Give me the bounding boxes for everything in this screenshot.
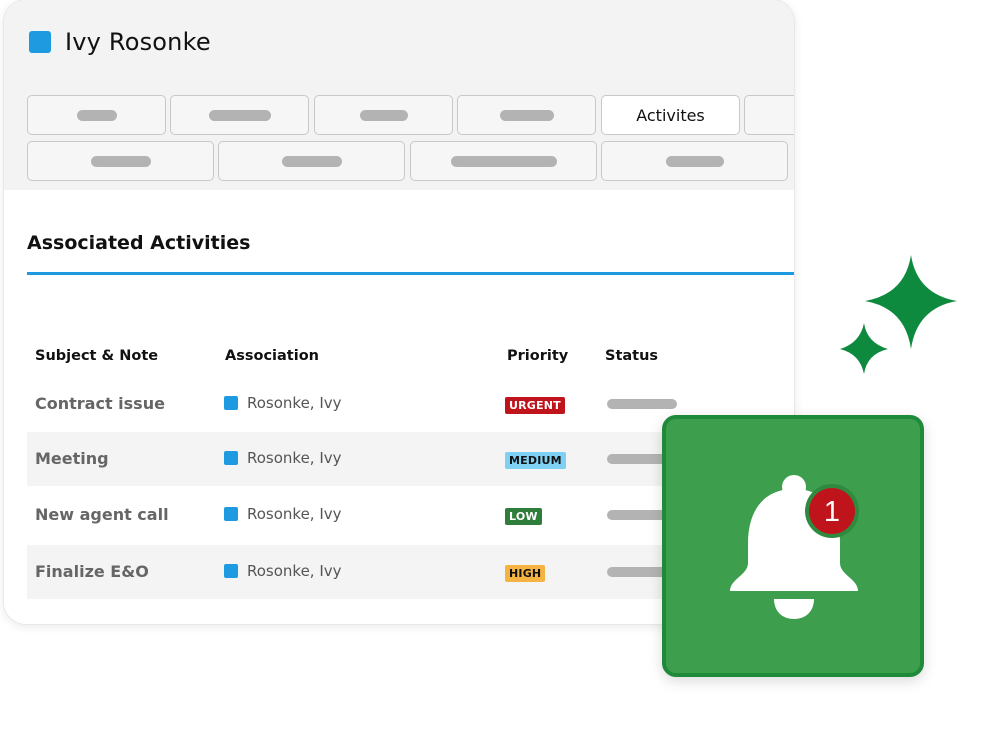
- association-name: Rosonke, Ivy: [247, 449, 342, 467]
- record-icon: [29, 31, 51, 53]
- subject-cell: Contract issue: [35, 394, 165, 413]
- subject-cell: Meeting: [35, 449, 109, 468]
- association-name: Rosonke, Ivy: [247, 394, 342, 412]
- tab-placeholder-4[interactable]: [457, 95, 596, 135]
- section-divider: [27, 272, 794, 275]
- record-title: Ivy Rosonke: [65, 28, 211, 56]
- sparkle-icon: [840, 255, 957, 374]
- contact-icon: [224, 451, 238, 465]
- tab-placeholder-9[interactable]: [601, 141, 788, 181]
- association-cell[interactable]: Rosonke, Ivy: [224, 562, 342, 580]
- priority-badge-low: LOW: [505, 508, 542, 525]
- column-header-status: Status: [605, 348, 659, 364]
- subject-cell: New agent call: [35, 505, 169, 524]
- tab-placeholder-6[interactable]: [27, 141, 214, 181]
- contact-icon: [224, 396, 238, 410]
- priority-badge-medium: MEDIUM: [505, 452, 566, 469]
- contact-icon: [224, 507, 238, 521]
- notification-count-badge: 1: [823, 495, 841, 528]
- status-placeholder: [607, 399, 677, 409]
- priority-badge-high: HIGH: [505, 565, 546, 582]
- tab-placeholder-1[interactable]: [27, 95, 166, 135]
- association-cell[interactable]: Rosonke, Ivy: [224, 449, 342, 467]
- tab-placeholder-5[interactable]: [744, 95, 794, 135]
- priority-badge-urgent: URGENT: [505, 397, 565, 414]
- association-name: Rosonke, Ivy: [247, 505, 342, 523]
- association-cell[interactable]: Rosonke, Ivy: [224, 505, 342, 523]
- association-cell[interactable]: Rosonke, Ivy: [224, 394, 342, 412]
- subject-cell: Finalize E&O: [35, 562, 149, 581]
- tab-placeholder-7[interactable]: [218, 141, 405, 181]
- tab-activities[interactable]: Activites: [601, 95, 740, 135]
- bell-icon: [730, 475, 859, 619]
- section-title: Associated Activities: [27, 232, 251, 254]
- record-title-row: Ivy Rosonke: [29, 28, 211, 56]
- tab-placeholder-2[interactable]: [170, 95, 309, 135]
- tab-placeholder-8[interactable]: [410, 141, 597, 181]
- tab-activities-label: Activites: [636, 105, 705, 125]
- tab-placeholder-3[interactable]: [314, 95, 453, 135]
- association-name: Rosonke, Ivy: [247, 562, 342, 580]
- contact-icon: [224, 564, 238, 578]
- column-header-priority: Priority: [507, 348, 569, 364]
- record-header: Ivy Rosonke Activites: [4, 0, 794, 190]
- column-header-association: Association: [225, 348, 319, 364]
- column-header-subject: Subject & Note: [35, 348, 159, 364]
- notification-card[interactable]: 1: [662, 415, 924, 677]
